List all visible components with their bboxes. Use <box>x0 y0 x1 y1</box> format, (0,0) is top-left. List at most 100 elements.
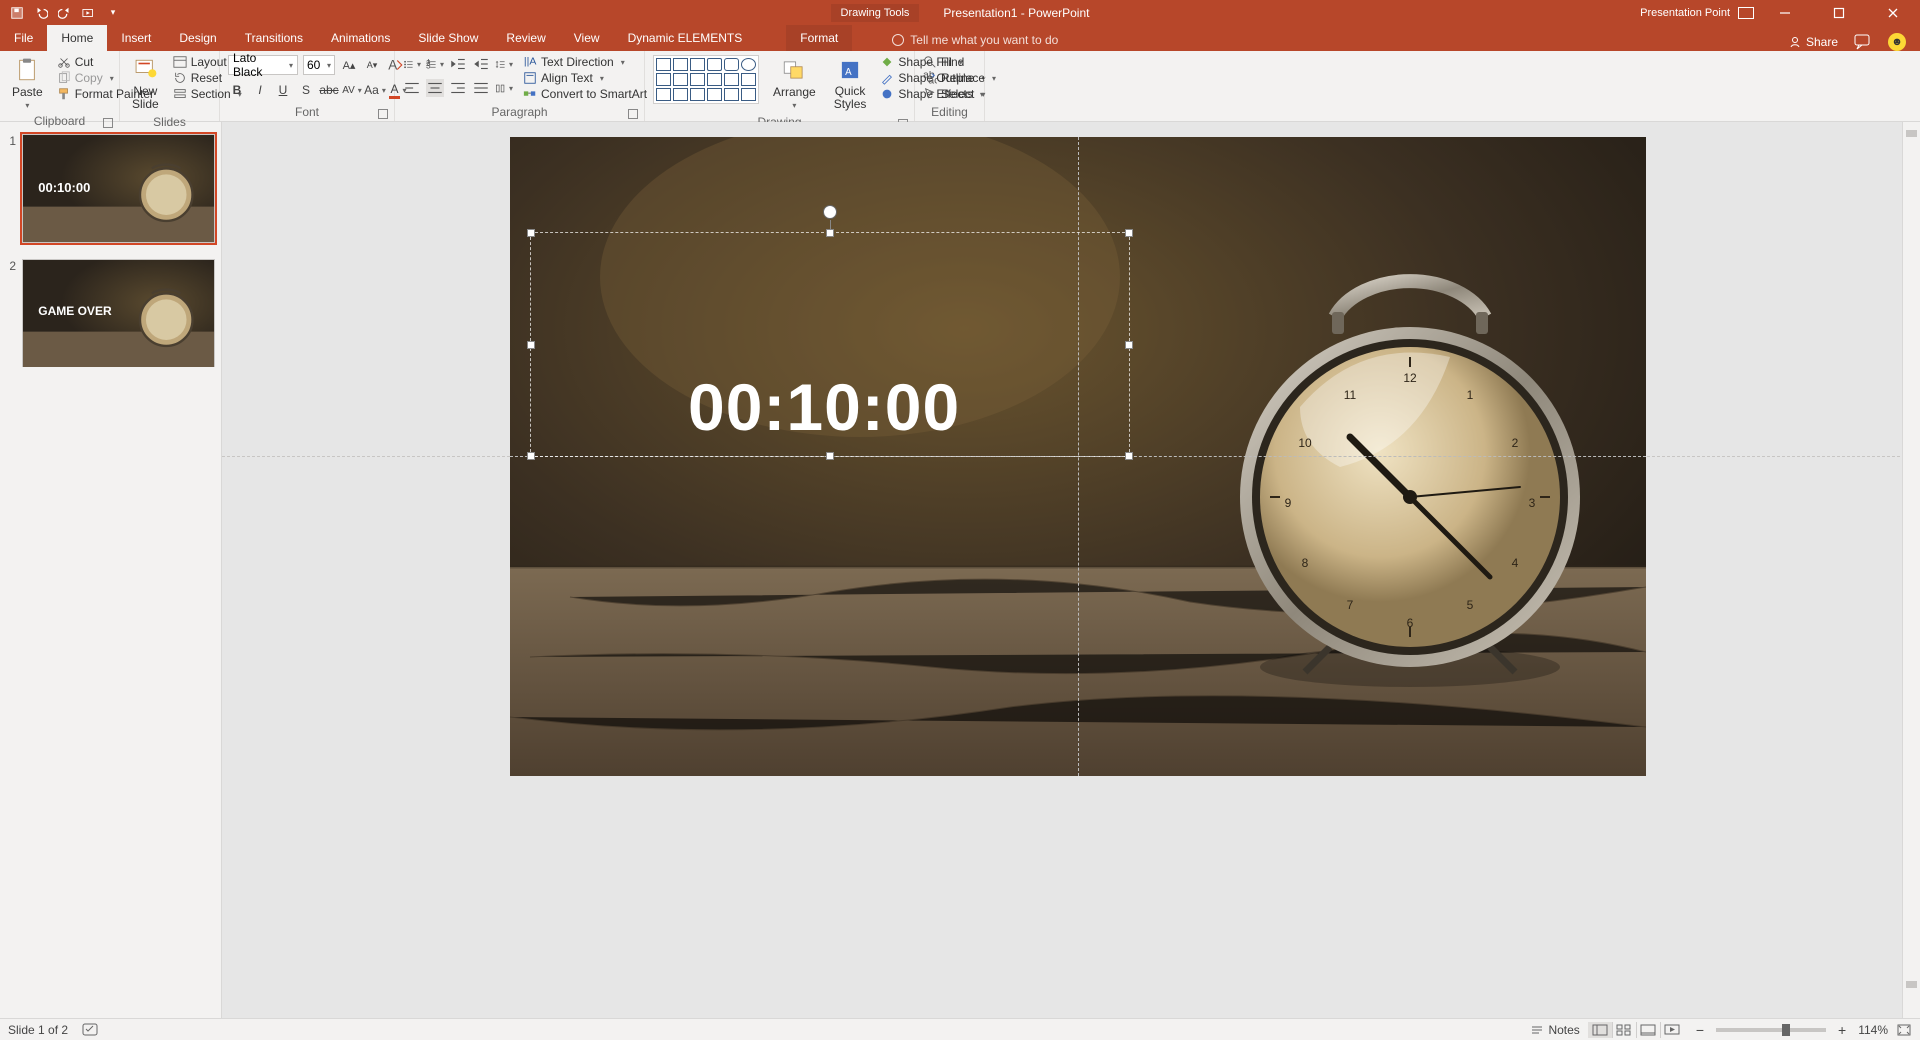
reading-view-button[interactable] <box>1636 1022 1660 1038</box>
slide-canvas[interactable]: 1212 345 678 91011 <box>510 137 1646 776</box>
rotate-handle[interactable] <box>823 205 837 219</box>
tab-animations[interactable]: Animations <box>317 25 404 51</box>
shape-line-icon[interactable] <box>656 58 671 71</box>
share-button[interactable]: Share <box>1788 35 1838 49</box>
select-button[interactable]: Select <box>923 87 985 101</box>
font-size-combo[interactable]: 60▾ <box>303 55 335 75</box>
tab-design[interactable]: Design <box>165 25 230 51</box>
zoom-level[interactable]: 114% <box>1858 1023 1888 1037</box>
shape-connector-icon[interactable] <box>690 58 705 71</box>
save-icon[interactable] <box>10 6 24 20</box>
normal-view-button[interactable] <box>1588 1022 1612 1038</box>
replace-button[interactable]: abacReplace <box>923 71 996 85</box>
align-left-button[interactable] <box>403 79 421 97</box>
char-spacing-button[interactable]: AV <box>343 81 361 99</box>
shape-line-arrow-icon[interactable] <box>673 58 688 71</box>
tell-me-search[interactable]: Tell me what you want to do <box>882 29 1068 51</box>
font-name-combo[interactable]: Lato Black▾ <box>228 55 298 75</box>
shape-darrow-icon[interactable] <box>707 73 722 86</box>
strikethrough-button[interactable]: abc <box>320 81 338 99</box>
numbering-button[interactable]: 123 <box>426 55 444 73</box>
account-label[interactable]: Presentation Point <box>1640 7 1730 19</box>
start-from-beginning-icon[interactable] <box>82 6 96 20</box>
slide-thumb-2[interactable]: GAME OVER <box>22 259 215 368</box>
shape-hex-icon[interactable] <box>724 73 739 86</box>
fit-to-window-button[interactable] <box>1896 1023 1912 1037</box>
slideshow-view-button[interactable] <box>1660 1022 1684 1038</box>
underline-button[interactable]: U <box>274 81 292 99</box>
tab-slideshow[interactable]: Slide Show <box>404 25 492 51</box>
arrange-button[interactable]: Arrange▾ <box>769 55 820 112</box>
paste-button[interactable]: Paste ▾ <box>8 55 47 112</box>
maximize-button[interactable] <box>1816 0 1862 25</box>
bullets-button[interactable] <box>403 55 421 73</box>
line-spacing-button[interactable] <box>495 55 513 73</box>
font-dialog-launcher[interactable] <box>378 109 388 119</box>
new-slide-button[interactable]: New Slide <box>128 55 163 113</box>
align-center-button[interactable] <box>426 79 444 97</box>
scroll-down-icon[interactable] <box>1906 981 1917 988</box>
change-case-button[interactable]: Aa <box>366 81 384 99</box>
shape-star-icon[interactable] <box>724 88 739 101</box>
close-button[interactable] <box>1870 0 1916 25</box>
shadow-button[interactable]: S <box>297 81 315 99</box>
resize-handle-w[interactable] <box>527 341 535 349</box>
text-direction-button[interactable]: ||AText Direction <box>523 55 658 69</box>
notes-button[interactable]: Notes <box>1530 1023 1579 1037</box>
redo-icon[interactable] <box>58 6 72 20</box>
resize-handle-sw[interactable] <box>527 452 535 460</box>
clipboard-dialog-launcher[interactable] <box>103 118 113 128</box>
shape-brace-l-icon[interactable] <box>690 88 705 101</box>
shape-triangle-icon[interactable] <box>656 73 671 86</box>
justify-button[interactable] <box>472 79 490 97</box>
zoom-out-button[interactable]: − <box>1692 1022 1708 1038</box>
qat-customize-icon[interactable]: ▾ <box>106 6 120 20</box>
shapes-gallery[interactable] <box>653 55 759 104</box>
tab-transitions[interactable]: Transitions <box>231 25 317 51</box>
slide-sorter-view-button[interactable] <box>1612 1022 1636 1038</box>
resize-handle-n[interactable] <box>826 229 834 237</box>
shape-freeform-icon[interactable] <box>673 88 688 101</box>
tab-home[interactable]: Home <box>47 25 107 51</box>
quick-styles-button[interactable]: A Quick Styles <box>830 55 871 113</box>
decrease-font-icon[interactable]: A▾ <box>363 56 381 74</box>
tab-review[interactable]: Review <box>492 25 559 51</box>
align-right-button[interactable] <box>449 79 467 97</box>
ribbon-display-options-icon[interactable] <box>1738 7 1754 19</box>
tab-view[interactable]: View <box>560 25 614 51</box>
shape-rect-icon[interactable] <box>707 58 722 71</box>
slide-thumb-1[interactable]: 00:10:00 <box>22 134 215 243</box>
zoom-in-button[interactable]: + <box>1834 1022 1850 1038</box>
tab-dynamic-elements[interactable]: Dynamic ELEMENTS <box>614 25 757 51</box>
minimize-button[interactable] <box>1762 0 1808 25</box>
bold-button[interactable]: B <box>228 81 246 99</box>
scroll-up-icon[interactable] <box>1906 130 1917 137</box>
vertical-scrollbar[interactable] <box>1902 122 1920 1018</box>
decrease-indent-button[interactable] <box>449 55 467 73</box>
tab-insert[interactable]: Insert <box>107 25 165 51</box>
zoom-slider[interactable] <box>1716 1028 1826 1032</box>
increase-indent-button[interactable] <box>472 55 490 73</box>
shape-pent-icon[interactable] <box>741 73 756 86</box>
resize-handle-se[interactable] <box>1125 452 1133 460</box>
shape-curve-icon[interactable] <box>656 88 671 101</box>
undo-icon[interactable] <box>34 6 48 20</box>
find-button[interactable]: Find <box>923 55 964 69</box>
resize-handle-e[interactable] <box>1125 341 1133 349</box>
convert-smartart-button[interactable]: Convert to SmartArt <box>523 87 658 101</box>
tab-format[interactable]: Format <box>786 25 852 51</box>
align-text-button[interactable]: Align Text <box>523 71 658 85</box>
slide-thumbnails-pane[interactable]: 1 00:10:00 2 <box>0 122 222 1018</box>
shape-roundrect-icon[interactable] <box>724 58 739 71</box>
user-avatar[interactable]: ☻ <box>1888 33 1906 51</box>
italic-button[interactable]: I <box>251 81 269 99</box>
resize-handle-ne[interactable] <box>1125 229 1133 237</box>
resize-handle-s[interactable] <box>826 452 834 460</box>
tab-file[interactable]: File <box>0 25 47 51</box>
zoom-slider-thumb[interactable] <box>1782 1024 1790 1036</box>
increase-font-icon[interactable]: A▴ <box>340 56 358 74</box>
shape-oval-icon[interactable] <box>741 58 756 71</box>
slide-editor[interactable]: 1212 345 678 91011 <box>222 122 1920 1018</box>
shape-arrow-icon[interactable] <box>690 73 705 86</box>
slide-text[interactable]: 00:10:00 <box>688 369 960 445</box>
